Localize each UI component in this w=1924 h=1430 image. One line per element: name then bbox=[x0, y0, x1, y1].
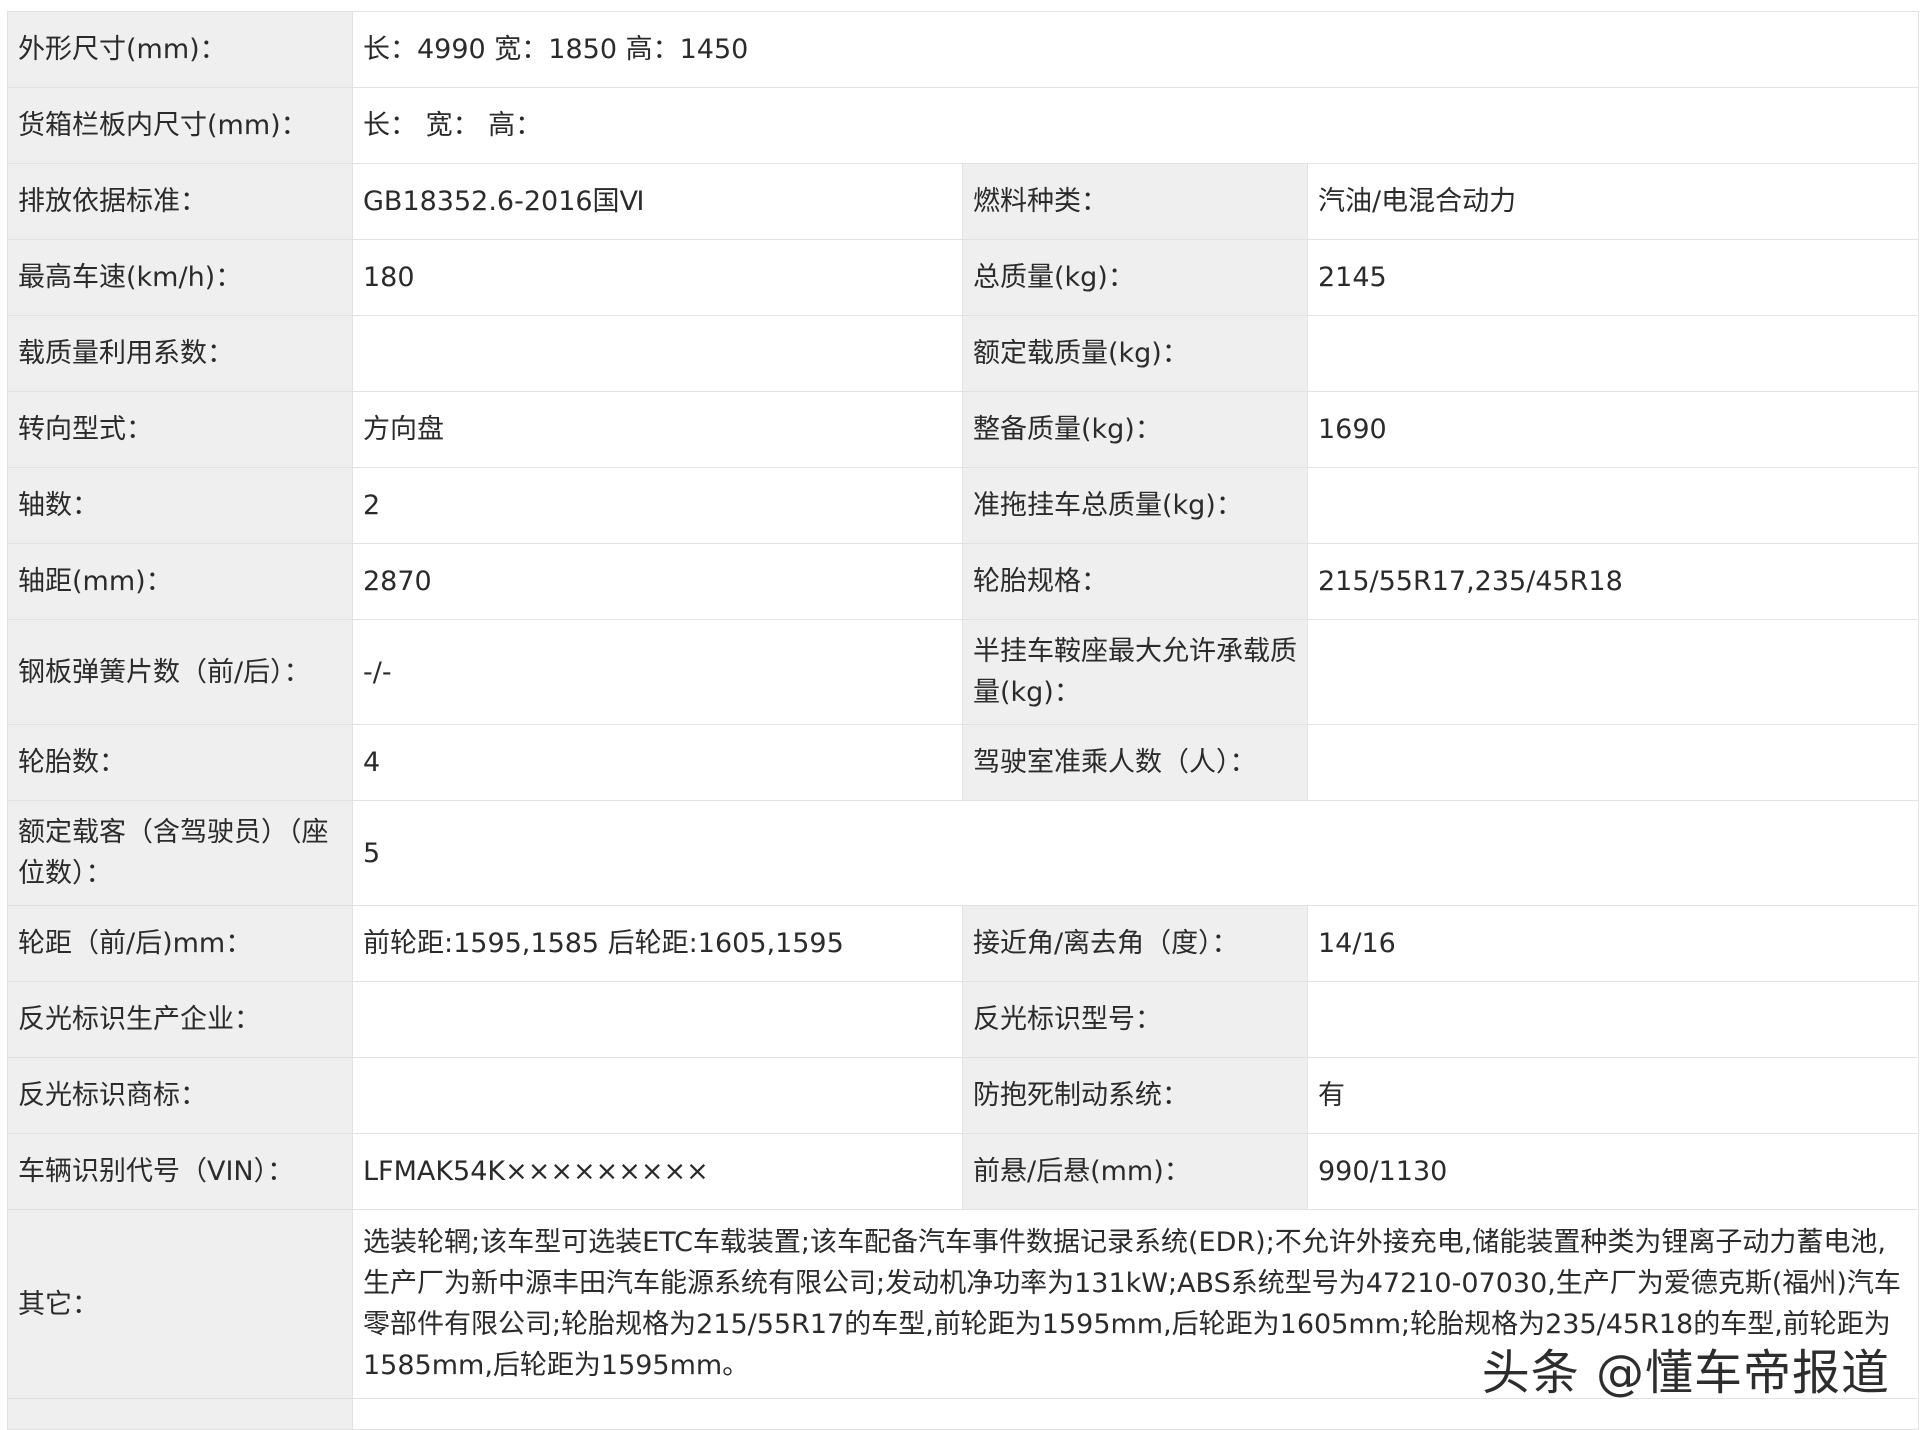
value-approach-departure-angle: 14/16 bbox=[1307, 905, 1919, 982]
value-reflector-brand bbox=[352, 1057, 963, 1134]
label-rated-passengers: 额定载客（含驾驶员）（座位数）： bbox=[7, 800, 353, 906]
value-cab-occupants bbox=[1307, 724, 1919, 801]
label-trailer-mass: 准拖挂车总质量(kg)： bbox=[962, 467, 1308, 544]
value-dimensions: 长：4990 宽：1850 高：1450 bbox=[352, 11, 1919, 88]
label-reflector-manufacturer: 反光标识生产企业： bbox=[7, 981, 353, 1058]
label-dimensions: 外形尺寸(mm)： bbox=[7, 11, 353, 88]
vehicle-spec-table: 外形尺寸(mm)： 长：4990 宽：1850 高：1450 货箱栏板内尺寸(m… bbox=[7, 11, 1919, 1430]
cell-empty bbox=[352, 1398, 1919, 1430]
label-tire-spec: 轮胎规格： bbox=[962, 543, 1308, 620]
value-tire-spec: 215/55R17,235/45R18 bbox=[1307, 543, 1919, 620]
label-leaf-springs: 钢板弹簧片数（前/后）： bbox=[7, 619, 353, 725]
label-emission-standard: 排放依据标准： bbox=[7, 163, 353, 240]
label-load-utilization: 载质量利用系数： bbox=[7, 315, 353, 392]
label-axle-count: 轴数： bbox=[7, 467, 353, 544]
label-cab-occupants: 驾驶室准乘人数（人）： bbox=[962, 724, 1308, 801]
label-wheelbase: 轴距(mm)： bbox=[7, 543, 353, 620]
value-cargo-box-dimensions: 长： 宽： 高： bbox=[352, 87, 1919, 164]
value-reflector-manufacturer bbox=[352, 981, 963, 1058]
table-row: 外形尺寸(mm)： 长：4990 宽：1850 高：1450 bbox=[7, 11, 1919, 88]
value-overhang: 990/1130 bbox=[1307, 1133, 1919, 1210]
value-axle-count: 2 bbox=[352, 467, 963, 544]
value-max-speed: 180 bbox=[352, 239, 963, 316]
value-abs: 有 bbox=[1307, 1057, 1919, 1134]
label-vin: 车辆识别代号（VIN）： bbox=[7, 1133, 353, 1210]
value-emission-standard: GB18352.6-2016国Ⅵ bbox=[352, 163, 963, 240]
table-row: 额定载客（含驾驶员）（座位数）： 5 bbox=[7, 800, 1919, 906]
label-fuel-type: 燃料种类： bbox=[962, 163, 1308, 240]
table-row: 钢板弹簧片数（前/后）： -/- 半挂车鞍座最大允许承载质量(kg)： bbox=[7, 619, 1919, 725]
label-total-mass: 总质量(kg)： bbox=[962, 239, 1308, 316]
table-row: 轴距(mm)： 2870 轮胎规格： 215/55R17,235/45R18 bbox=[7, 543, 1919, 620]
table-row: 排放依据标准： GB18352.6-2016国Ⅵ 燃料种类： 汽油/电混合动力 bbox=[7, 163, 1919, 240]
label-overhang: 前悬/后悬(mm)： bbox=[962, 1133, 1308, 1210]
value-load-utilization bbox=[352, 315, 963, 392]
table-row: 车辆识别代号（VIN）： LFMAK54K××××××××× 前悬/后悬(mm)… bbox=[7, 1133, 1919, 1210]
value-reflector-model bbox=[1307, 981, 1919, 1058]
label-reflector-model: 反光标识型号： bbox=[962, 981, 1308, 1058]
table-row: 货箱栏板内尺寸(mm)： 长： 宽： 高： bbox=[7, 87, 1919, 164]
table-row: 轴数： 2 准拖挂车总质量(kg)： bbox=[7, 467, 1919, 544]
value-total-mass: 2145 bbox=[1307, 239, 1919, 316]
label-curb-weight: 整备质量(kg)： bbox=[962, 391, 1308, 468]
value-leaf-springs: -/- bbox=[352, 619, 963, 725]
table-row: 反光标识商标： 防抱死制动系统： 有 bbox=[7, 1057, 1919, 1134]
label-steering-type: 转向型式： bbox=[7, 391, 353, 468]
table-row: 轮距（前/后)mm： 前轮距:1595,1585 后轮距:1605,1595 接… bbox=[7, 905, 1919, 982]
table-row: 反光标识生产企业： 反光标识型号： bbox=[7, 981, 1919, 1058]
value-vin: LFMAK54K××××××××× bbox=[352, 1133, 963, 1210]
value-saddle-max-load bbox=[1307, 619, 1919, 725]
value-trailer-mass bbox=[1307, 467, 1919, 544]
value-wheelbase: 2870 bbox=[352, 543, 963, 620]
label-reflector-brand: 反光标识商标： bbox=[7, 1057, 353, 1134]
label-tire-count: 轮胎数： bbox=[7, 724, 353, 801]
label-saddle-max-load: 半挂车鞍座最大允许承载质量(kg)： bbox=[962, 619, 1308, 725]
cell-empty bbox=[7, 1398, 353, 1430]
label-max-speed: 最高车速(km/h)： bbox=[7, 239, 353, 316]
label-track-width: 轮距（前/后)mm： bbox=[7, 905, 353, 982]
table-row: 转向型式： 方向盘 整备质量(kg)： 1690 bbox=[7, 391, 1919, 468]
label-cargo-box-dimensions: 货箱栏板内尺寸(mm)： bbox=[7, 87, 353, 164]
value-curb-weight: 1690 bbox=[1307, 391, 1919, 468]
value-rated-passengers: 5 bbox=[352, 800, 1919, 906]
value-fuel-type: 汽油/电混合动力 bbox=[1307, 163, 1919, 240]
watermark: 头条 @懂车帝报道 bbox=[1481, 1345, 1890, 1401]
label-approach-departure-angle: 接近角/离去角（度）： bbox=[962, 905, 1308, 982]
label-rated-load: 额定载质量(kg)： bbox=[962, 315, 1308, 392]
label-other: 其它： bbox=[7, 1209, 353, 1399]
value-track-width: 前轮距:1595,1585 后轮距:1605,1595 bbox=[352, 905, 963, 982]
value-steering-type: 方向盘 bbox=[352, 391, 963, 468]
table-row: 最高车速(km/h)： 180 总质量(kg)： 2145 bbox=[7, 239, 1919, 316]
table-row bbox=[7, 1398, 1919, 1430]
label-abs: 防抱死制动系统： bbox=[962, 1057, 1308, 1134]
value-rated-load bbox=[1307, 315, 1919, 392]
value-tire-count: 4 bbox=[352, 724, 963, 801]
table-row: 轮胎数： 4 驾驶室准乘人数（人）： bbox=[7, 724, 1919, 801]
table-row: 载质量利用系数： 额定载质量(kg)： bbox=[7, 315, 1919, 392]
